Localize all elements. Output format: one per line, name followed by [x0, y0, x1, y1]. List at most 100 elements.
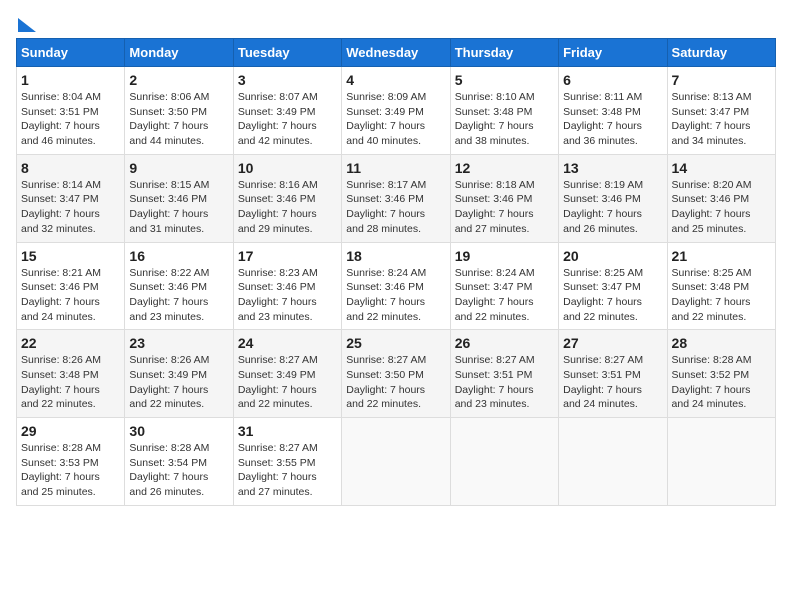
day-number: 6 — [563, 72, 662, 88]
day-cell — [667, 418, 775, 506]
day-cell: 19 Sunrise: 8:24 AM Sunset: 3:47 PM Dayli… — [450, 242, 558, 330]
day-cell: 29 Sunrise: 8:28 AM Sunset: 3:53 PM Dayli… — [17, 418, 125, 506]
day-info: Sunrise: 8:15 AM Sunset: 3:46 PM Dayligh… — [129, 178, 228, 237]
day-info: Sunrise: 8:26 AM Sunset: 3:48 PM Dayligh… — [21, 353, 120, 412]
day-info: Sunrise: 8:27 AM Sunset: 3:55 PM Dayligh… — [238, 441, 337, 500]
day-info: Sunrise: 8:07 AM Sunset: 3:49 PM Dayligh… — [238, 90, 337, 149]
calendar-table: SundayMondayTuesdayWednesdayThursdayFrid… — [16, 38, 776, 506]
col-header-thursday: Thursday — [450, 39, 558, 67]
day-info: Sunrise: 8:27 AM Sunset: 3:51 PM Dayligh… — [563, 353, 662, 412]
page-header — [16, 16, 776, 30]
day-number: 18 — [346, 248, 445, 264]
day-number: 9 — [129, 160, 228, 176]
col-header-monday: Monday — [125, 39, 233, 67]
week-row-1: 1 Sunrise: 8:04 AM Sunset: 3:51 PM Daylig… — [17, 67, 776, 155]
day-cell: 13 Sunrise: 8:19 AM Sunset: 3:46 PM Dayli… — [559, 154, 667, 242]
day-info: Sunrise: 8:26 AM Sunset: 3:49 PM Dayligh… — [129, 353, 228, 412]
day-number: 1 — [21, 72, 120, 88]
day-cell: 14 Sunrise: 8:20 AM Sunset: 3:46 PM Dayli… — [667, 154, 775, 242]
day-info: Sunrise: 8:27 AM Sunset: 3:50 PM Dayligh… — [346, 353, 445, 412]
day-cell: 5 Sunrise: 8:10 AM Sunset: 3:48 PM Daylig… — [450, 67, 558, 155]
day-cell: 10Sunrise: 8:16 AM Sunset: 3:46 PM Dayli… — [233, 154, 341, 242]
day-cell: 6 Sunrise: 8:11 AM Sunset: 3:48 PM Daylig… — [559, 67, 667, 155]
day-info: Sunrise: 8:09 AM Sunset: 3:49 PM Dayligh… — [346, 90, 445, 149]
day-cell — [450, 418, 558, 506]
day-number: 14 — [672, 160, 771, 176]
col-header-sunday: Sunday — [17, 39, 125, 67]
day-cell: 7 Sunrise: 8:13 AM Sunset: 3:47 PM Daylig… — [667, 67, 775, 155]
col-header-friday: Friday — [559, 39, 667, 67]
day-cell: 31Sunrise: 8:27 AM Sunset: 3:55 PM Dayli… — [233, 418, 341, 506]
day-number: 12 — [455, 160, 554, 176]
day-number: 11 — [346, 160, 445, 176]
col-header-saturday: Saturday — [667, 39, 775, 67]
day-cell: 25 Sunrise: 8:27 AM Sunset: 3:50 PM Dayli… — [342, 330, 450, 418]
day-number: 20 — [563, 248, 662, 264]
day-info: Sunrise: 8:20 AM Sunset: 3:46 PM Dayligh… — [672, 178, 771, 237]
day-cell: 27 Sunrise: 8:27 AM Sunset: 3:51 PM Dayli… — [559, 330, 667, 418]
day-cell: 9 Sunrise: 8:15 AM Sunset: 3:46 PM Daylig… — [125, 154, 233, 242]
day-info: Sunrise: 8:06 AM Sunset: 3:50 PM Dayligh… — [129, 90, 228, 149]
day-number: 15 — [21, 248, 120, 264]
day-number: 23 — [129, 335, 228, 351]
day-cell: 24 Sunrise: 8:27 AM Sunset: 3:49 PM Dayli… — [233, 330, 341, 418]
day-cell: 15 Sunrise: 8:21 AM Sunset: 3:46 PM Dayli… — [17, 242, 125, 330]
day-info: Sunrise: 8:04 AM Sunset: 3:51 PM Dayligh… — [21, 90, 120, 149]
day-cell: 18Sunrise: 8:24 AM Sunset: 3:46 PM Dayli… — [342, 242, 450, 330]
col-header-wednesday: Wednesday — [342, 39, 450, 67]
week-row-3: 15 Sunrise: 8:21 AM Sunset: 3:46 PM Dayli… — [17, 242, 776, 330]
day-cell: 3 Sunrise: 8:07 AM Sunset: 3:49 PM Daylig… — [233, 67, 341, 155]
day-cell: 12 Sunrise: 8:18 AM Sunset: 3:46 PM Dayli… — [450, 154, 558, 242]
day-info: Sunrise: 8:10 AM Sunset: 3:48 PM Dayligh… — [455, 90, 554, 149]
day-info: Sunrise: 8:27 AM Sunset: 3:51 PM Dayligh… — [455, 353, 554, 412]
day-info: Sunrise: 8:25 AM Sunset: 3:48 PM Dayligh… — [672, 266, 771, 325]
day-info: Sunrise: 8:19 AM Sunset: 3:46 PM Dayligh… — [563, 178, 662, 237]
day-number: 2 — [129, 72, 228, 88]
day-number: 7 — [672, 72, 771, 88]
day-cell: 30 Sunrise: 8:28 AM Sunset: 3:54 PM Dayli… — [125, 418, 233, 506]
day-number: 17 — [238, 248, 337, 264]
day-number: 3 — [238, 72, 337, 88]
day-cell: 17 Sunrise: 8:23 AM Sunset: 3:46 PM Dayli… — [233, 242, 341, 330]
day-number: 8 — [21, 160, 120, 176]
day-info: Sunrise: 8:24 AM Sunset: 3:47 PM Dayligh… — [455, 266, 554, 325]
day-cell: 22Sunrise: 8:26 AM Sunset: 3:48 PM Dayli… — [17, 330, 125, 418]
day-number: 5 — [455, 72, 554, 88]
day-cell: 20 Sunrise: 8:25 AM Sunset: 3:47 PM Dayli… — [559, 242, 667, 330]
day-number: 24 — [238, 335, 337, 351]
col-header-tuesday: Tuesday — [233, 39, 341, 67]
day-cell: 1 Sunrise: 8:04 AM Sunset: 3:51 PM Daylig… — [17, 67, 125, 155]
logo-arrow-icon — [18, 18, 36, 32]
day-info: Sunrise: 8:14 AM Sunset: 3:47 PM Dayligh… — [21, 178, 120, 237]
day-number: 13 — [563, 160, 662, 176]
day-info: Sunrise: 8:27 AM Sunset: 3:49 PM Dayligh… — [238, 353, 337, 412]
day-info: Sunrise: 8:28 AM Sunset: 3:54 PM Dayligh… — [129, 441, 228, 500]
day-number: 27 — [563, 335, 662, 351]
day-cell — [559, 418, 667, 506]
day-number: 19 — [455, 248, 554, 264]
day-cell: 8 Sunrise: 8:14 AM Sunset: 3:47 PM Daylig… — [17, 154, 125, 242]
day-number: 30 — [129, 423, 228, 439]
day-cell: 21 Sunrise: 8:25 AM Sunset: 3:48 PM Dayli… — [667, 242, 775, 330]
week-row-5: 29 Sunrise: 8:28 AM Sunset: 3:53 PM Dayli… — [17, 418, 776, 506]
day-number: 16 — [129, 248, 228, 264]
day-info: Sunrise: 8:13 AM Sunset: 3:47 PM Dayligh… — [672, 90, 771, 149]
day-number: 25 — [346, 335, 445, 351]
day-info: Sunrise: 8:21 AM Sunset: 3:46 PM Dayligh… — [21, 266, 120, 325]
day-info: Sunrise: 8:23 AM Sunset: 3:46 PM Dayligh… — [238, 266, 337, 325]
day-info: Sunrise: 8:25 AM Sunset: 3:47 PM Dayligh… — [563, 266, 662, 325]
day-info: Sunrise: 8:28 AM Sunset: 3:53 PM Dayligh… — [21, 441, 120, 500]
day-cell — [342, 418, 450, 506]
day-number: 28 — [672, 335, 771, 351]
day-cell: 2 Sunrise: 8:06 AM Sunset: 3:50 PM Daylig… — [125, 67, 233, 155]
day-info: Sunrise: 8:18 AM Sunset: 3:46 PM Dayligh… — [455, 178, 554, 237]
day-cell: 11 Sunrise: 8:17 AM Sunset: 3:46 PM Dayli… — [342, 154, 450, 242]
day-info: Sunrise: 8:17 AM Sunset: 3:46 PM Dayligh… — [346, 178, 445, 237]
day-cell: 16Sunrise: 8:22 AM Sunset: 3:46 PM Dayli… — [125, 242, 233, 330]
day-number: 21 — [672, 248, 771, 264]
day-info: Sunrise: 8:11 AM Sunset: 3:48 PM Dayligh… — [563, 90, 662, 149]
day-cell: 26Sunrise: 8:27 AM Sunset: 3:51 PM Dayli… — [450, 330, 558, 418]
day-number: 29 — [21, 423, 120, 439]
week-row-2: 8 Sunrise: 8:14 AM Sunset: 3:47 PM Daylig… — [17, 154, 776, 242]
week-row-4: 22Sunrise: 8:26 AM Sunset: 3:48 PM Dayli… — [17, 330, 776, 418]
